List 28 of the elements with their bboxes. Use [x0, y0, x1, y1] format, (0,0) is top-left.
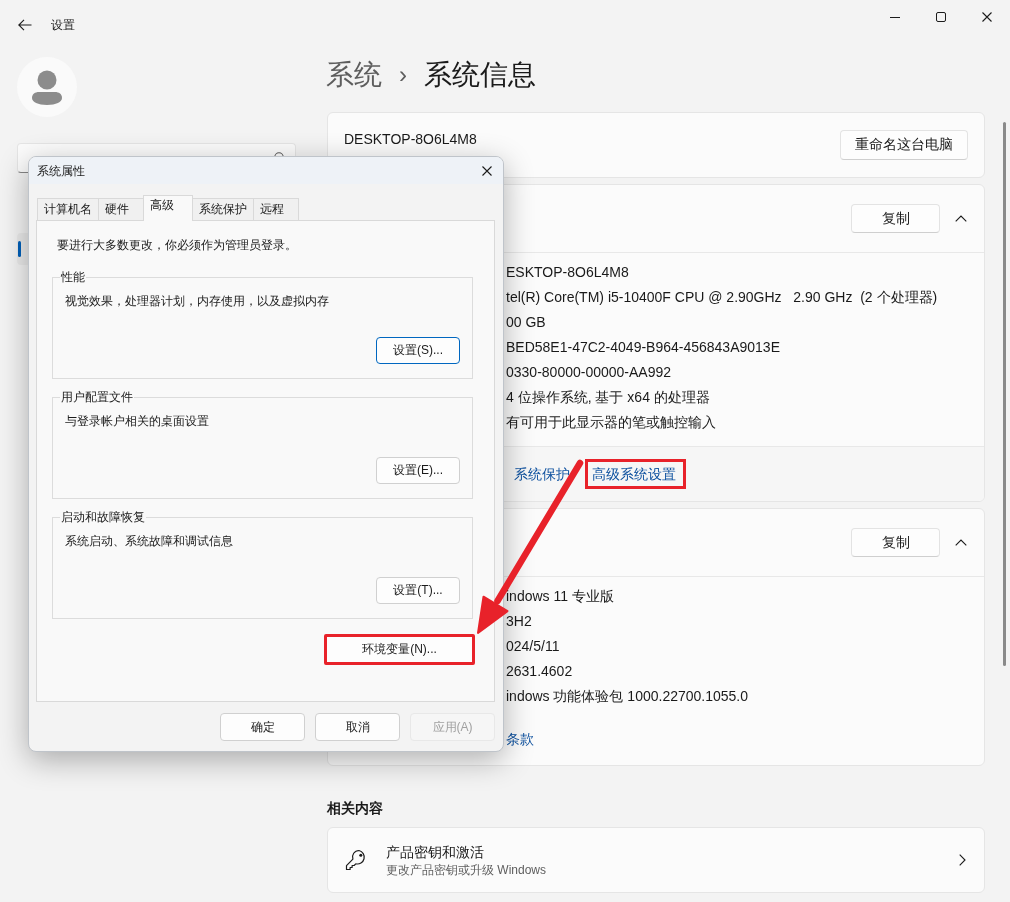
spec-value: 3H2 [506, 612, 533, 631]
group-title: 性能 [60, 269, 86, 285]
device-name: DESKTOP-8O6L4M8 [344, 130, 477, 149]
spec-value: 有可用于此显示器的笔或触控输入 [506, 413, 717, 432]
dialog-button: 应用(A) [410, 713, 495, 741]
group-description: 视觉效果，处理器计划，内存使用，以及虚拟内存 [65, 293, 330, 309]
group-description: 与登录帐户相关的桌面设置 [65, 413, 210, 429]
group-title: 用户配置文件 [60, 389, 134, 405]
spec-value: 4 位操作系统, 基于 x64 的处理器 [506, 388, 711, 407]
app-title: 设置 [51, 17, 75, 33]
spec-value: 024/5/11 [506, 637, 561, 656]
spec-value: ESKTOP-8O6L4M8 [506, 263, 630, 282]
spec-value: 0330-80000-00000-AA992 [506, 363, 673, 382]
spec-value: indows 功能体验包 1000.22700.1055.0 [506, 687, 750, 706]
spec-value: tel(R) Core(TM) i5-10400F CPU @ 2.90GHz 2.90 GHz (2 个处理器) [506, 288, 939, 307]
notice-text: 要进行大多数更改，你必须作为管理员登录。 [57, 237, 298, 253]
group-title: 启动和故障恢复 [60, 509, 146, 525]
spec-value: indows 11 专业版 [506, 587, 615, 606]
dialog-title: 系统属性 [37, 162, 86, 179]
section-heading: 相关内容 [327, 799, 384, 818]
page-title: 系统信息 [424, 58, 536, 92]
group-description: 系统启动、系统故障和调试信息 [65, 533, 234, 549]
spec-value: 2631.4602 [506, 662, 574, 681]
spec-value: 00 GB [506, 313, 547, 332]
item-title: 产品密钥和激活 [386, 843, 485, 862]
spec-value: BED58E1-47C2-4049-B964-456843A9013E [506, 338, 781, 357]
breadcrumb-separator: › [399, 60, 407, 90]
item-subtitle: 更改产品密钥或升级 Windows [386, 862, 547, 878]
